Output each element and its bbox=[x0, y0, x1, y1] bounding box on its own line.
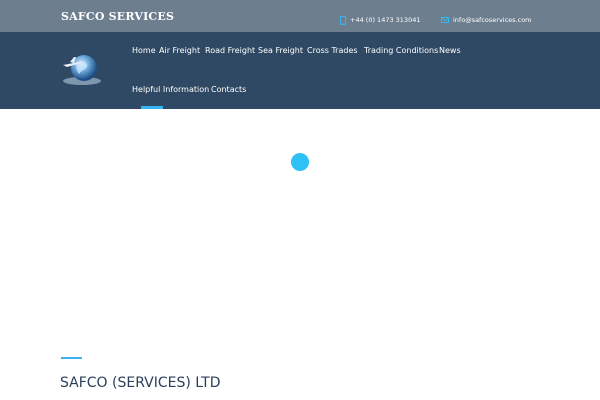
title-accent-line bbox=[61, 357, 82, 359]
email-address[interactable]: info@safcoservices.com bbox=[453, 16, 532, 24]
nav-air-freight[interactable]: Air Freight bbox=[159, 46, 200, 55]
phone-icon bbox=[340, 15, 346, 25]
loading-spinner bbox=[291, 153, 309, 171]
top-bar: SAFCO SERVICES +44 (0) 1473 313041 info@… bbox=[0, 0, 600, 32]
page-title: SAFCO (SERVICES) LTD bbox=[60, 375, 221, 391]
nav-helpful-information[interactable]: Helpful Information bbox=[132, 85, 209, 94]
contact-phone[interactable]: +44 (0) 1473 313041 bbox=[340, 14, 420, 26]
nav-contacts[interactable]: Contacts bbox=[211, 85, 246, 94]
nav-active-indicator bbox=[141, 106, 163, 109]
nav-home[interactable]: Home bbox=[132, 46, 156, 55]
brand-name[interactable]: SAFCO SERVICES bbox=[61, 10, 174, 23]
nav-sea-freight[interactable]: Sea Freight bbox=[258, 46, 303, 55]
globe-logo-icon[interactable] bbox=[60, 51, 104, 87]
contact-email[interactable]: info@safcoservices.com bbox=[441, 14, 532, 26]
nav-cross-trades[interactable]: Cross Trades bbox=[307, 46, 358, 55]
phone-number[interactable]: +44 (0) 1473 313041 bbox=[350, 16, 420, 24]
nav-news[interactable]: News bbox=[439, 46, 461, 55]
nav-road-freight[interactable]: Road Freight bbox=[205, 46, 255, 55]
nav-trading-conditions[interactable]: Trading Conditions bbox=[364, 46, 438, 55]
mail-icon bbox=[441, 17, 449, 23]
